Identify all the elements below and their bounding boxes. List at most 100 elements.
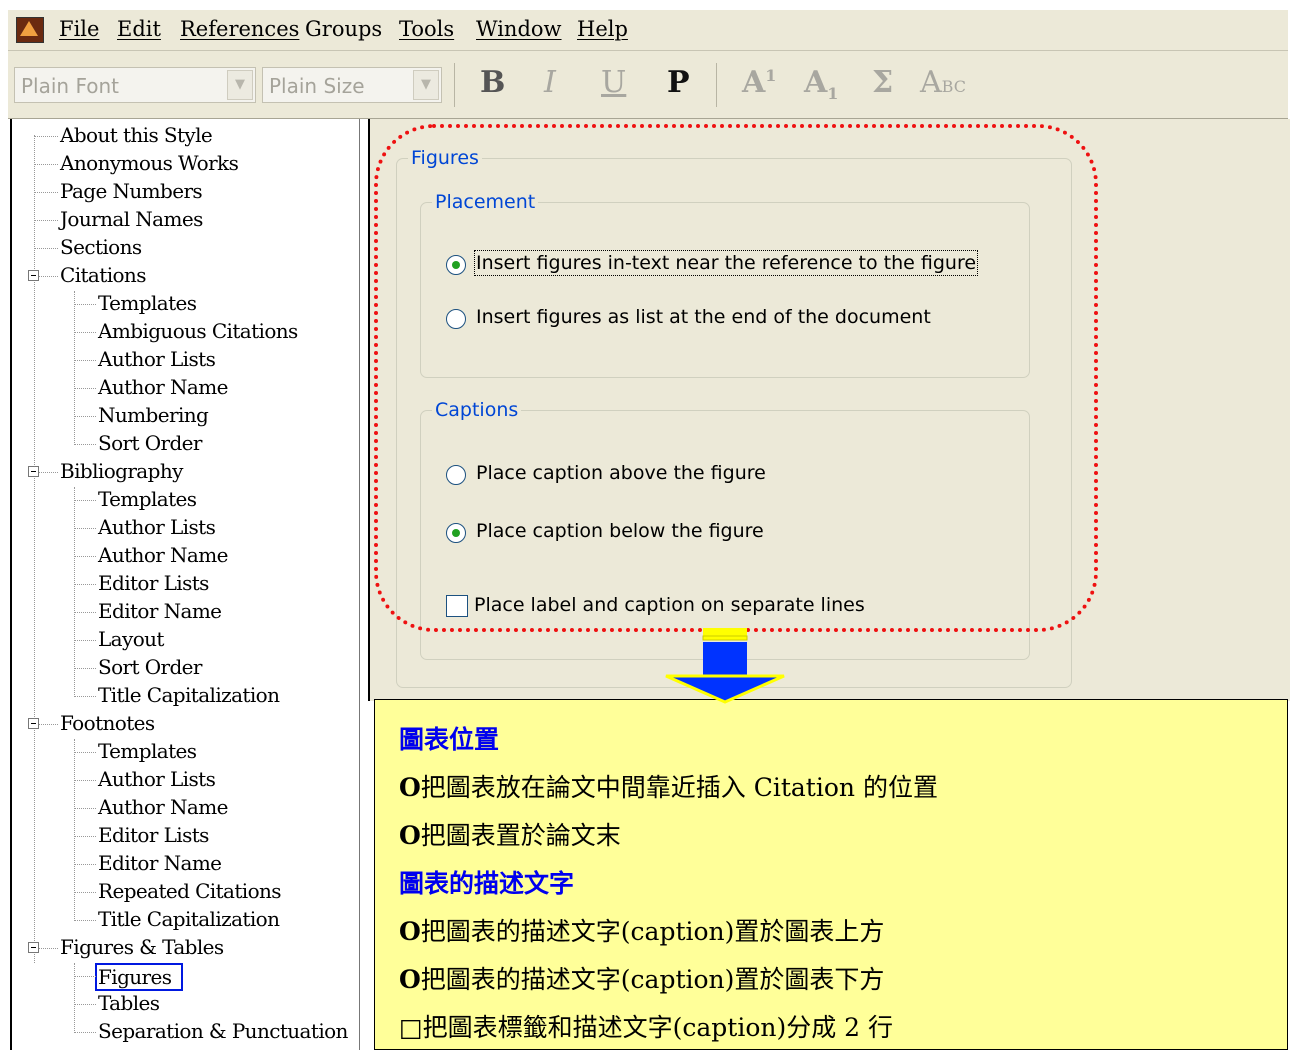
- tree-item[interactable]: Sort Order: [98, 655, 202, 679]
- tree-item[interactable]: Numbering: [98, 403, 209, 427]
- option-end-list-label[interactable]: Insert figures as list at the end of the…: [476, 306, 931, 328]
- collapse-icon[interactable]: [28, 466, 39, 477]
- arrow-base-stripe: [702, 635, 748, 641]
- tree-item[interactable]: Author Lists: [98, 767, 216, 791]
- tree-connector: [74, 963, 75, 1033]
- tree-item[interactable]: Templates: [98, 291, 197, 315]
- tree-connector: [74, 304, 96, 305]
- superscript-button[interactable]: A1: [742, 65, 776, 100]
- tree-item[interactable]: Templates: [98, 739, 197, 763]
- radio-caption-below[interactable]: [446, 523, 466, 543]
- note-line-caption-above: O把圖表的描述文字(caption)置於圖表上方: [399, 912, 884, 948]
- smallcaps-button[interactable]: ABC: [920, 65, 966, 100]
- note-radio-marker: O: [399, 965, 421, 994]
- plain-button[interactable]: P: [667, 65, 690, 100]
- option-in-text-label[interactable]: Insert figures in-text near the referenc…: [473, 250, 979, 276]
- tree-connector: [74, 388, 96, 389]
- tree-item[interactable]: Editor Name: [98, 851, 222, 875]
- font-select[interactable]: Plain Font ▼: [14, 67, 256, 103]
- tree-item[interactable]: Separation & Punctuation: [98, 1019, 348, 1043]
- tree-item[interactable]: Title Capitalization: [98, 907, 280, 931]
- tree-item[interactable]: Author Name: [98, 375, 228, 399]
- note-line-in-text-text: 把圖表放在論文中間靠近插入 Citation 的位置: [420, 773, 938, 802]
- menu-references[interactable]: References: [180, 17, 299, 41]
- subscript-button[interactable]: A1: [804, 65, 838, 103]
- tree-connector: [74, 528, 96, 529]
- superscript-letter: A: [742, 65, 766, 100]
- tree-connector: [74, 556, 96, 557]
- note-line-in-text: O把圖表放在論文中間靠近插入 Citation 的位置: [399, 768, 938, 804]
- tree-item[interactable]: Editor Name: [98, 599, 222, 623]
- menu-tools[interactable]: Tools: [399, 17, 454, 41]
- size-select-value: Plain Size: [269, 74, 365, 98]
- tree-connector: [34, 164, 58, 165]
- app-icon[interactable]: [16, 17, 44, 43]
- tree-item[interactable]: Author Name: [98, 795, 228, 819]
- tree-item[interactable]: About this Style: [60, 123, 213, 147]
- checkbox-separate-lines[interactable]: [446, 595, 468, 617]
- tree-item[interactable]: Anonymous Works: [60, 151, 239, 175]
- tree-item[interactable]: Templates: [98, 487, 197, 511]
- radio-caption-above[interactable]: [446, 465, 466, 485]
- checkbox-separate-lines-label[interactable]: Place label and caption on separate line…: [474, 594, 865, 616]
- note-heading-placement: 圖表位置: [399, 725, 500, 754]
- superscript-mark: 1: [765, 66, 777, 85]
- size-select[interactable]: Plain Size ▼: [262, 67, 442, 103]
- note-line-end-list-text: 把圖表置於論文末: [420, 821, 621, 850]
- menu-edit[interactable]: Edit: [117, 17, 161, 41]
- menu-window[interactable]: Window: [476, 17, 562, 41]
- option-caption-below-label[interactable]: Place caption below the figure: [476, 520, 764, 542]
- tree-item[interactable]: Sort Order: [98, 431, 202, 455]
- toolbar-separator: [716, 63, 717, 107]
- tree-item[interactable]: Bibliography: [60, 459, 183, 483]
- tree-item[interactable]: Title Capitalization: [98, 683, 280, 707]
- tree-item[interactable]: Footnotes: [60, 711, 155, 735]
- settings-panel: Figures Placement Insert figures in-text…: [368, 119, 1290, 701]
- option-caption-above-label[interactable]: Place caption above the figure: [476, 462, 766, 484]
- tree-item[interactable]: Page Numbers: [60, 179, 203, 203]
- tree-item[interactable]: Layout: [98, 627, 164, 651]
- note-line-separate-lines-text: 把圖表標籤和描述文字(caption)分成 2 行: [422, 1013, 894, 1042]
- tree-connector: [74, 612, 96, 613]
- tree-item[interactable]: Author Name: [98, 543, 228, 567]
- italic-button[interactable]: I: [544, 65, 556, 100]
- note-radio-marker: O: [399, 917, 421, 946]
- tree-item[interactable]: Tables: [98, 991, 160, 1015]
- tree-connector: [74, 487, 75, 697]
- radio-in-text[interactable]: [446, 255, 466, 275]
- tree-item[interactable]: Figures & Tables: [60, 935, 224, 959]
- tree-item-selected[interactable]: Figures: [95, 963, 184, 991]
- collapse-icon[interactable]: [28, 942, 39, 953]
- collapse-icon[interactable]: [28, 270, 39, 281]
- tree-item[interactable]: Repeated Citations: [98, 879, 282, 903]
- annotation-note: 圖表位置 O把圖表放在論文中間靠近插入 Citation 的位置 O把圖表置於論…: [374, 699, 1288, 1050]
- tree-item[interactable]: Editor Lists: [98, 823, 209, 847]
- tree-item[interactable]: Journal Names: [60, 207, 203, 231]
- symbol-button[interactable]: Σ: [872, 65, 893, 100]
- note-line-caption-below-text: 把圖表的描述文字(caption)置於圖表下方: [420, 965, 885, 994]
- arrow-head: [665, 674, 785, 704]
- note-line-caption-above-text: 把圖表的描述文字(caption)置於圖表上方: [420, 917, 885, 946]
- underline-button[interactable]: U: [601, 65, 626, 100]
- menu-help[interactable]: Help: [577, 17, 628, 41]
- tree-item[interactable]: Author Lists: [98, 347, 216, 371]
- tree-item[interactable]: Ambiguous Citations: [98, 319, 298, 343]
- note-line-caption-below: O把圖表的描述文字(caption)置於圖表下方: [399, 960, 884, 996]
- menu-groups[interactable]: Groups: [305, 17, 382, 41]
- tree-item[interactable]: Sections: [60, 235, 142, 259]
- toolbar-separator: [454, 63, 455, 107]
- bold-button[interactable]: B: [480, 65, 505, 100]
- tree-item[interactable]: Author Lists: [98, 515, 216, 539]
- chevron-down-icon[interactable]: ▼: [413, 70, 439, 100]
- arrow-base-stripe: [703, 628, 747, 636]
- menu-file[interactable]: File: [59, 17, 99, 41]
- collapse-icon[interactable]: [28, 718, 39, 729]
- tree-connector: [74, 1004, 96, 1005]
- chevron-down-icon[interactable]: ▼: [227, 70, 253, 100]
- radio-end-list[interactable]: [446, 309, 466, 329]
- tree-connector: [74, 976, 96, 977]
- tree-item[interactable]: Editor Lists: [98, 571, 209, 595]
- tree-connector: [74, 892, 96, 893]
- tree-item[interactable]: Citations: [60, 263, 146, 287]
- tree-connector: [34, 135, 35, 963]
